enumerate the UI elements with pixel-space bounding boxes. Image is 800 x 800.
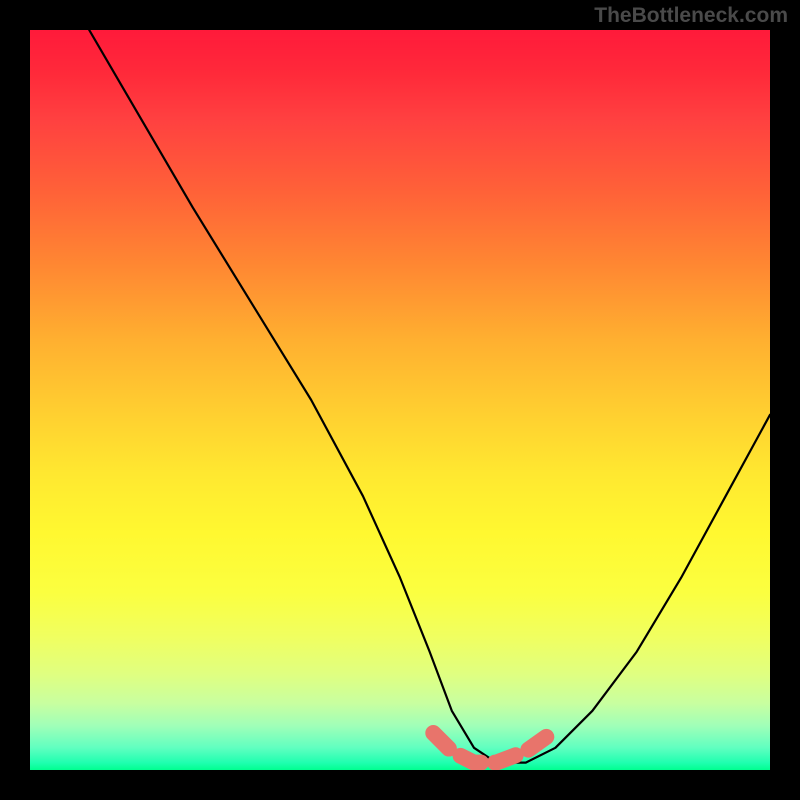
plot-area: [30, 30, 770, 770]
watermark-text: TheBottleneck.com: [594, 4, 788, 28]
bottleneck-curve: [89, 30, 770, 763]
chart-svg: [30, 30, 770, 770]
